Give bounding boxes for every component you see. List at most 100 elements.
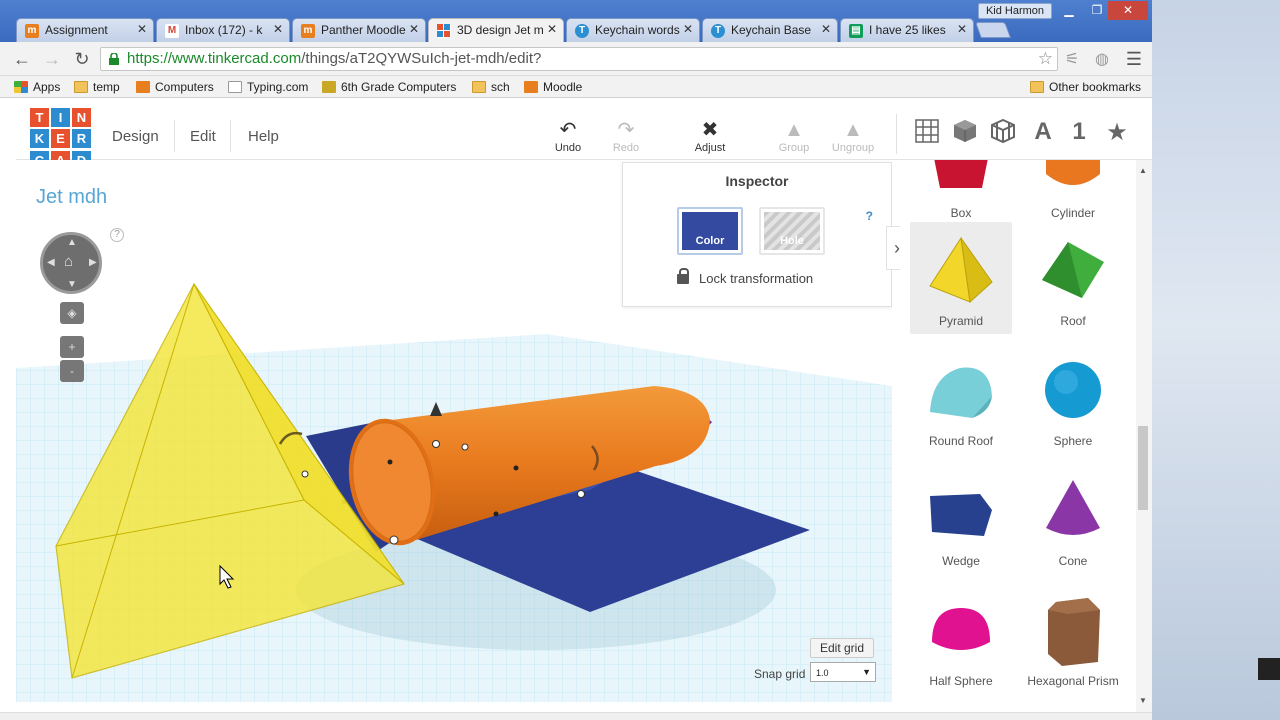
workplane-canvas[interactable]: Jet mdh ▲ ▼ ◀ ▶ ⌂ ? ◈ + - Inspector Colo… <box>16 160 892 702</box>
new-tab-button[interactable] <box>975 22 1011 38</box>
shape-sphere[interactable]: Sphere <box>1022 342 1124 454</box>
inspector-panel: Inspector Color Hole ? Lock transformati… <box>622 162 892 307</box>
menu-hamburger-icon[interactable]: ☰ <box>1124 49 1144 69</box>
menu-help[interactable]: Help <box>248 128 279 145</box>
close-icon[interactable]: ✕ <box>683 22 693 36</box>
shape-wedge[interactable]: Wedge <box>910 462 1012 574</box>
tinkercad-icon <box>437 24 451 38</box>
redo-button[interactable]: ↷ Redo <box>610 118 642 154</box>
bookmarks-bar: Apps temp Computers Typing.com 6th Grade… <box>0 76 1152 98</box>
close-icon[interactable]: ✕ <box>137 22 147 36</box>
forward-arrow-icon[interactable]: → <box>42 49 62 70</box>
reload-icon[interactable]: ↻ <box>72 49 92 70</box>
bookmark-star-icon[interactable]: ☆ <box>1038 48 1053 70</box>
ungroup-icon: ▲ <box>843 119 863 141</box>
folder-icon <box>74 81 88 93</box>
desktop-widget <box>1258 658 1280 680</box>
lock-icon <box>677 268 689 284</box>
back-arrow-icon[interactable]: ← <box>12 49 32 70</box>
wire-cube-icon[interactable] <box>988 118 1018 151</box>
adjust-button[interactable]: ✖ Adjust <box>692 118 728 154</box>
shape-box[interactable]: Box <box>910 160 1012 226</box>
menu-edit[interactable]: Edit <box>190 128 216 145</box>
color-swatch-button[interactable]: Color <box>677 207 743 255</box>
home-view-icon[interactable]: ⌂ <box>64 253 73 270</box>
chevron-down-icon[interactable]: ▼ <box>67 279 77 290</box>
tab-3d-design[interactable]: 3D design Jet m ✕ <box>428 18 564 43</box>
ortho-view-cube-icon[interactable]: ◈ <box>60 302 84 324</box>
close-icon[interactable]: ✕ <box>957 22 967 36</box>
hole-button[interactable]: Hole <box>759 207 825 255</box>
moodle-icon: m <box>25 24 39 38</box>
bookmark-apps[interactable]: Apps <box>14 80 60 94</box>
zoom-out-button[interactable]: - <box>60 360 84 382</box>
bookmark-moodle[interactable]: Moodle <box>524 80 582 94</box>
bookmark-typing[interactable]: Typing.com <box>228 80 308 94</box>
address-bar[interactable]: https://www.tinkercad.com/things/aT2QYWS… <box>100 47 1058 71</box>
moodle-icon: m <box>301 24 315 38</box>
chevron-down-icon: ▼ <box>862 667 871 677</box>
tab-strip: m Assignment ✕ M Inbox (172) - k ✕ m Pan… <box>0 0 1152 43</box>
tinkercad-t-icon: T <box>575 24 589 38</box>
shape-hexagonal-prism[interactable]: Hexagonal Prism <box>1022 582 1124 694</box>
grid-icon[interactable] <box>912 118 942 151</box>
bookmark-temp[interactable]: temp <box>74 80 120 94</box>
bookmark-6th-grade[interactable]: 6th Grade Computers <box>322 80 456 94</box>
extension-icon[interactable]: ⚟ <box>1062 49 1082 69</box>
menu-design[interactable]: Design <box>112 128 159 145</box>
close-icon[interactable]: ✕ <box>821 22 831 36</box>
tab-inbox[interactable]: M Inbox (172) - k ✕ <box>156 18 290 42</box>
sheets-icon: ▤ <box>849 24 863 38</box>
undo-icon: ↶ <box>559 119 577 141</box>
close-icon[interactable]: ✕ <box>409 22 419 36</box>
divider <box>174 120 175 152</box>
tab-panther-moodle[interactable]: m Panther Moodle ✕ <box>292 18 426 42</box>
close-icon[interactable]: ✕ <box>547 22 557 36</box>
view-navigation-control[interactable]: ▲ ▼ ◀ ▶ ⌂ <box>40 232 102 294</box>
browser-toolbar: ← → ↻ https://www.tinkercad.com/things/a… <box>0 42 1152 76</box>
shape-cylinder[interactable]: Cylinder <box>1022 160 1124 226</box>
bookmark-other[interactable]: Other bookmarks <box>1030 80 1141 94</box>
zoom-in-button[interactable]: + <box>60 336 84 358</box>
scroll-down-icon[interactable]: ▼ <box>1136 696 1150 705</box>
number-one-icon[interactable]: 1 <box>1064 118 1094 146</box>
group-button[interactable]: ▲ Group <box>776 118 812 154</box>
design-title[interactable]: Jet mdh <box>36 186 107 209</box>
bookmark-computers[interactable]: Computers <box>136 80 214 94</box>
shape-roof[interactable]: Roof <box>1022 222 1124 334</box>
inspector-help-icon[interactable]: ? <box>866 209 873 223</box>
moodle-icon <box>136 81 150 93</box>
snap-grid-select[interactable]: 1.0 ▼ <box>810 662 876 682</box>
tab-keychain-base[interactable]: T Keychain Base ✕ <box>702 18 838 42</box>
undo-button[interactable]: ↶ Undo <box>552 118 584 154</box>
chevron-up-icon[interactable]: ▲ <box>67 237 77 248</box>
tab-assignment[interactable]: m Assignment ✕ <box>16 18 154 42</box>
cube-icon[interactable] <box>950 118 980 151</box>
scroll-up-icon[interactable]: ▲ <box>1136 166 1150 175</box>
classroom-icon <box>322 81 336 93</box>
maximize-icon[interactable]: ❐ <box>1084 1 1110 20</box>
profile-user-button[interactable]: Kid Harmon <box>978 3 1052 19</box>
shape-cone[interactable]: Cone <box>1022 462 1124 574</box>
shape-pyramid[interactable]: Pyramid <box>910 222 1012 334</box>
bookmark-sch[interactable]: sch <box>472 80 510 94</box>
shape-half-sphere[interactable]: Half Sphere <box>910 582 1012 694</box>
chevron-right-icon[interactable]: ▶ <box>89 257 97 268</box>
letter-a-icon[interactable]: A <box>1028 118 1058 146</box>
close-window-icon[interactable]: ✕ <box>1108 1 1148 20</box>
shapes-scrollbar[interactable]: ▲ ▼ <box>1136 160 1152 712</box>
chevron-left-icon[interactable]: ◀ <box>47 257 55 268</box>
minimize-icon[interactable]: ▁ <box>1056 1 1082 20</box>
scrollbar-thumb[interactable] <box>1138 426 1148 510</box>
close-icon[interactable]: ✕ <box>273 22 283 36</box>
edit-grid-button[interactable]: Edit grid <box>810 638 875 658</box>
help-icon[interactable]: ? <box>110 228 124 242</box>
shape-round-roof[interactable]: Round Roof <box>910 342 1012 454</box>
tab-keychain-words[interactable]: T Keychain words ✕ <box>566 18 700 42</box>
lock-transformation-toggle[interactable]: Lock transformation <box>677 268 813 286</box>
extension-circle-icon[interactable]: ◍ <box>1092 49 1112 69</box>
ungroup-button[interactable]: ▲ Ungroup <box>828 118 878 154</box>
star-icon[interactable]: ★ <box>1102 118 1132 147</box>
tab-likes-sheet[interactable]: ▤ I have 25 likes ✕ <box>840 18 974 42</box>
group-icon: ▲ <box>784 119 804 141</box>
